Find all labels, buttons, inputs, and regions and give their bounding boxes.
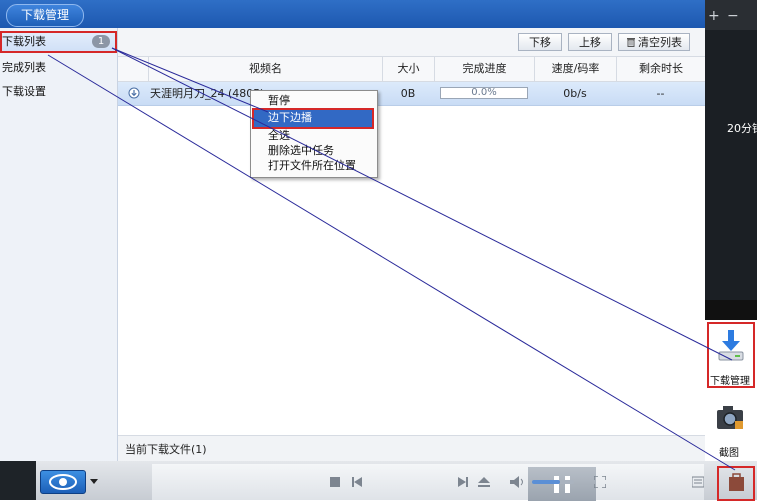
sidebar-item-label: 下载列表 bbox=[2, 35, 46, 48]
title-bar: 下载管理 bbox=[0, 0, 705, 28]
add-icon[interactable]: + bbox=[708, 8, 720, 24]
clear-list-button[interactable]: 清空列表 bbox=[618, 33, 690, 51]
volume-slider[interactable] bbox=[532, 480, 574, 484]
status-bar: 当前下载文件(1) bbox=[118, 435, 705, 462]
previous-icon[interactable] bbox=[352, 477, 362, 487]
download-icon bbox=[718, 330, 744, 361]
current-download-status: 当前下载文件(1) bbox=[125, 443, 207, 456]
download-manager-label: 下载管理 bbox=[710, 376, 750, 387]
pause-button[interactable] bbox=[528, 467, 596, 501]
size-cell: 0B bbox=[400, 87, 416, 100]
volume-icon[interactable] bbox=[510, 476, 524, 488]
download-manager-button[interactable]: 下载管理 bbox=[707, 322, 755, 388]
volume-level bbox=[532, 480, 560, 484]
column-header-name[interactable]: 视频名 bbox=[148, 57, 382, 81]
menu-item-play-while-downloading[interactable]: 边下边播 bbox=[252, 108, 374, 129]
download-status-icon bbox=[128, 87, 140, 99]
playback-controls bbox=[152, 464, 704, 501]
pause-icon bbox=[554, 476, 570, 493]
table-header: 视频名 大小 完成进度 速度/码率 剩余时长 bbox=[118, 57, 705, 82]
remaining-cell: -- bbox=[656, 87, 665, 100]
toolbox-button[interactable] bbox=[717, 466, 755, 501]
move-down-button[interactable]: 下移 bbox=[518, 33, 562, 51]
menu-item-delete-selected[interactable]: 删除选中任务 bbox=[268, 143, 334, 159]
eye-view-button[interactable] bbox=[40, 470, 86, 494]
column-header-icon bbox=[118, 57, 148, 81]
context-menu: 暂停 边下边播 全选 删除选中任务 打开文件所在位置 bbox=[250, 90, 378, 178]
screenshot-label: 截图 bbox=[719, 448, 739, 459]
video-preview: + − 20分钟 bbox=[705, 0, 757, 300]
toolbox-icon bbox=[729, 473, 744, 491]
count-badge: 1 bbox=[92, 35, 110, 48]
column-header-remaining[interactable]: 剩余时长 bbox=[616, 57, 705, 81]
eject-icon[interactable] bbox=[478, 477, 490, 487]
speed-cell: 0b/s bbox=[563, 87, 587, 100]
column-header-speed[interactable]: 速度/码率 bbox=[534, 57, 616, 81]
preview-footer bbox=[705, 300, 757, 320]
title-tab[interactable]: 下载管理 bbox=[6, 4, 85, 27]
sidebar-item-download-settings[interactable]: 下载设置 bbox=[0, 81, 117, 103]
player-corner bbox=[0, 461, 36, 500]
sidebar-item-label: 下载设置 bbox=[2, 85, 46, 98]
fullscreen-icon[interactable] bbox=[594, 476, 606, 488]
table-row[interactable]: 天涯明月刀_24 (480P) 0B 0.0% 0b/s -- bbox=[118, 82, 705, 106]
sidebar-item-download-list[interactable]: 下载列表 1 bbox=[0, 31, 117, 53]
remove-icon[interactable]: − bbox=[727, 8, 739, 24]
next-icon[interactable] bbox=[458, 477, 468, 487]
menu-item-select-all[interactable]: 全选 bbox=[268, 128, 290, 144]
menu-item-pause[interactable]: 暂停 bbox=[268, 93, 290, 109]
playlist-header: + − bbox=[705, 0, 757, 30]
progress-bar: 0.0% bbox=[440, 87, 528, 99]
sidebar-item-completed-list[interactable]: 完成列表 bbox=[0, 57, 117, 79]
menu-item-open-file-location[interactable]: 打开文件所在位置 bbox=[268, 158, 356, 174]
sidebar: 下载列表 1 完成列表 下载设置 bbox=[0, 28, 118, 461]
toolbar: 下移 上移 清空列表 bbox=[118, 28, 705, 57]
download-panel: 下移 上移 清空列表 视频名 大小 完成进度 速度/码率 剩余时长 天涯明月刀_… bbox=[118, 28, 705, 462]
playlist-icon[interactable] bbox=[692, 476, 704, 488]
stop-icon[interactable] bbox=[330, 477, 340, 487]
camera-icon[interactable] bbox=[715, 402, 745, 432]
clear-list-label: 清空列表 bbox=[638, 36, 682, 49]
chevron-down-icon[interactable] bbox=[90, 479, 98, 484]
column-header-size[interactable]: 大小 bbox=[382, 57, 434, 81]
move-up-button[interactable]: 上移 bbox=[568, 33, 612, 51]
duration-text: 20分钟 bbox=[727, 122, 757, 135]
eye-icon bbox=[49, 474, 77, 490]
progress-text: 0.0% bbox=[471, 87, 497, 98]
trash-icon bbox=[627, 38, 635, 47]
right-panel: + − 20分钟 下载管理 截图 bbox=[705, 0, 757, 461]
sidebar-item-label: 完成列表 bbox=[2, 61, 46, 74]
column-header-progress[interactable]: 完成进度 bbox=[434, 57, 534, 81]
player-control-bar bbox=[0, 461, 757, 501]
